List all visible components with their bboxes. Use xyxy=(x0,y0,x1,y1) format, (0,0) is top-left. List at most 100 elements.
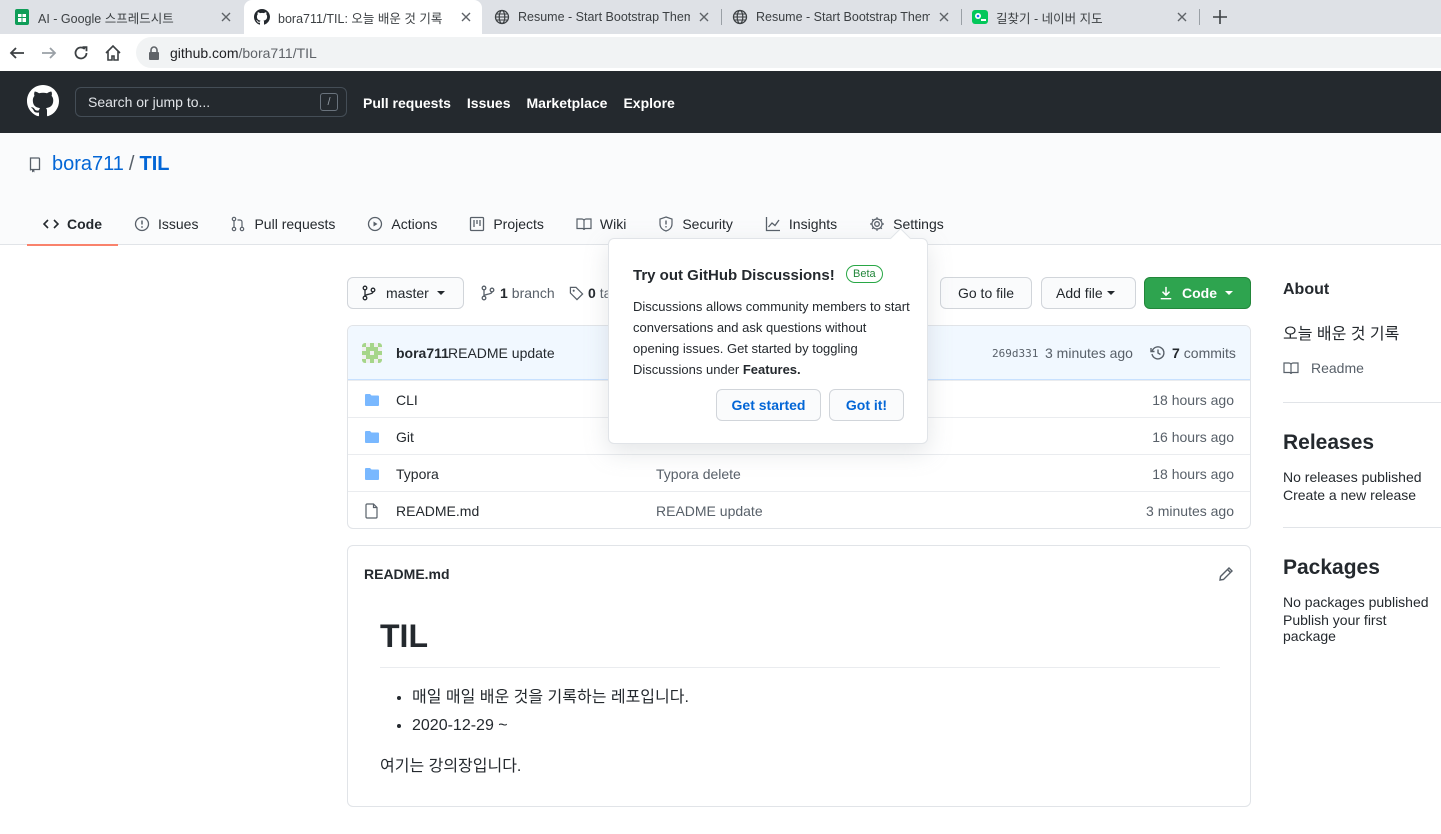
list-item: 매일 매일 배운 것을 기록하는 레포입니다. xyxy=(412,684,689,712)
commit-sha[interactable]: 269d331 xyxy=(992,347,1038,360)
close-icon[interactable] xyxy=(1174,9,1190,25)
readme-link-label: Readme xyxy=(1311,360,1364,376)
browser-tab-strip: AI - Google 스프레드시트 bora711/TIL: 오늘 배운 것 … xyxy=(0,0,1441,34)
beta-badge: Beta xyxy=(846,265,883,283)
readme-link[interactable]: Readme xyxy=(1283,360,1364,376)
readme-paragraph: 여기는 강의장입니다. xyxy=(380,758,522,775)
address-bar[interactable]: github.com/bora711/TIL xyxy=(136,37,1441,68)
popover-body-bold: Features. xyxy=(742,362,801,377)
packages-title[interactable]: Packages xyxy=(1283,556,1380,580)
graph-icon xyxy=(765,217,780,232)
file-commit-message[interactable]: Typora delete xyxy=(656,466,741,482)
tab-label: Insights xyxy=(788,216,838,232)
tab-projects[interactable]: Projects xyxy=(453,203,560,245)
reload-button[interactable] xyxy=(70,42,92,64)
commit-author[interactable]: bora711 xyxy=(396,345,449,361)
close-icon[interactable] xyxy=(458,9,474,25)
branch-icon xyxy=(362,285,376,301)
browser-tab-github[interactable]: bora711/TIL: 오늘 배운 것 기록 xyxy=(244,0,482,34)
add-file-label: Add file xyxy=(1056,285,1103,301)
arrow-right-icon xyxy=(42,47,57,59)
repo-owner-link[interactable]: bora711 xyxy=(52,153,124,176)
search-input[interactable]: Search or jump to... / xyxy=(75,87,347,117)
nav-pull-requests[interactable]: Pull requests xyxy=(363,95,451,111)
branch-count-link[interactable]: 1 branch xyxy=(481,285,555,301)
code-button-label: Code xyxy=(1182,285,1217,301)
releases-empty: No releases published xyxy=(1283,469,1422,485)
tag-count: 0 xyxy=(588,285,596,301)
repo-title-separator: / xyxy=(128,153,135,175)
book-icon xyxy=(1283,362,1299,375)
close-icon[interactable] xyxy=(218,9,234,25)
folder-icon xyxy=(365,468,379,480)
file-name[interactable]: CLI xyxy=(396,392,418,408)
new-tab-button[interactable] xyxy=(1210,7,1230,27)
browser-tab-resume-2[interactable]: Resume - Start Bootstrap Theme xyxy=(722,0,960,34)
file-time: 3 minutes ago xyxy=(1146,503,1234,519)
globe-icon xyxy=(494,9,510,25)
code-icon xyxy=(43,219,59,229)
tab-pull-requests[interactable]: Pull requests xyxy=(214,203,351,245)
tab-label: Issues xyxy=(158,216,199,232)
gear-icon xyxy=(870,217,884,231)
file-name[interactable]: Git xyxy=(396,429,414,445)
avatar[interactable] xyxy=(362,343,382,363)
pull-request-icon xyxy=(232,216,245,232)
tab-actions[interactable]: Actions xyxy=(351,203,453,245)
pencil-icon[interactable] xyxy=(1218,566,1234,582)
readme-panel: README.md TIL 매일 매일 배운 것을 기록하는 레포입니다. 20… xyxy=(347,545,1251,807)
repo-title: bora711 / TIL xyxy=(28,153,169,176)
back-button[interactable] xyxy=(6,42,28,64)
commit-count-link[interactable]: 7 commits xyxy=(1150,345,1236,361)
forward-button[interactable] xyxy=(38,42,60,64)
file-commit-message[interactable]: README update xyxy=(656,503,763,519)
browser-tab-sheets[interactable]: AI - Google 스프레드시트 xyxy=(0,0,242,34)
get-started-button[interactable]: Get started xyxy=(716,389,821,421)
issue-icon xyxy=(134,216,150,232)
home-button[interactable] xyxy=(102,42,124,64)
github-logo-icon[interactable] xyxy=(27,85,59,117)
table-row[interactable]: README.md README update 3 minutes ago xyxy=(348,491,1250,528)
table-row[interactable]: Typora Typora delete 18 hours ago xyxy=(348,454,1250,491)
repo-header: bora711 / TIL Code Issues Pull requests … xyxy=(0,133,1441,246)
folder-icon xyxy=(365,394,379,406)
got-it-button[interactable]: Got it! xyxy=(829,389,904,421)
nav-explore[interactable]: Explore xyxy=(623,95,674,111)
browser-tab-title: bora711/TIL: 오늘 배운 것 기록 xyxy=(278,11,443,26)
close-icon[interactable] xyxy=(936,9,952,25)
nav-issues[interactable]: Issues xyxy=(467,95,511,111)
repo-icon xyxy=(29,156,41,172)
browser-tab-title: Resume - Start Bootstrap Theme xyxy=(756,10,930,24)
home-icon xyxy=(105,44,121,61)
go-to-file-button[interactable]: Go to file xyxy=(940,277,1032,309)
browser-tab-resume-1[interactable]: Resume - Start Bootstrap Theme xyxy=(484,0,720,34)
project-icon xyxy=(470,216,485,232)
branch-select-button[interactable]: master xyxy=(347,277,464,309)
lock-icon xyxy=(149,45,159,60)
folder-icon xyxy=(365,431,379,443)
code-button[interactable]: Code xyxy=(1144,277,1251,309)
create-release-link[interactable]: Create a new release xyxy=(1283,487,1416,503)
close-icon[interactable] xyxy=(696,9,712,25)
browser-tab-naver-map[interactable]: 길찾기 - 네이버 지도 xyxy=(962,0,1198,34)
add-file-button[interactable]: Add file xyxy=(1041,277,1136,309)
commit-message[interactable]: README update xyxy=(448,345,555,361)
tab-label: Wiki xyxy=(599,216,627,232)
tag-icon xyxy=(569,286,584,300)
releases-title[interactable]: Releases xyxy=(1283,431,1374,455)
list-item: 2020-12-29 ~ xyxy=(412,712,689,740)
file-time: 16 hours ago xyxy=(1152,429,1234,445)
tab-code[interactable]: Code xyxy=(27,203,118,246)
browser-toolbar: github.com/bora711/TIL xyxy=(0,34,1441,71)
file-name[interactable]: README.md xyxy=(396,503,479,519)
nav-marketplace[interactable]: Marketplace xyxy=(527,95,608,111)
search-placeholder: Search or jump to... xyxy=(88,94,211,110)
file-name[interactable]: Typora xyxy=(396,466,439,482)
browser-tab-title: 길찾기 - 네이버 지도 xyxy=(996,11,1103,26)
play-icon xyxy=(368,216,383,232)
repo-name-link[interactable]: TIL xyxy=(139,153,169,176)
chevron-down-icon xyxy=(1106,291,1115,295)
tag-count-link[interactable]: 0 ta xyxy=(569,285,611,301)
tab-issues[interactable]: Issues xyxy=(118,203,214,245)
publish-package-link[interactable]: Publish your first package xyxy=(1283,612,1441,644)
